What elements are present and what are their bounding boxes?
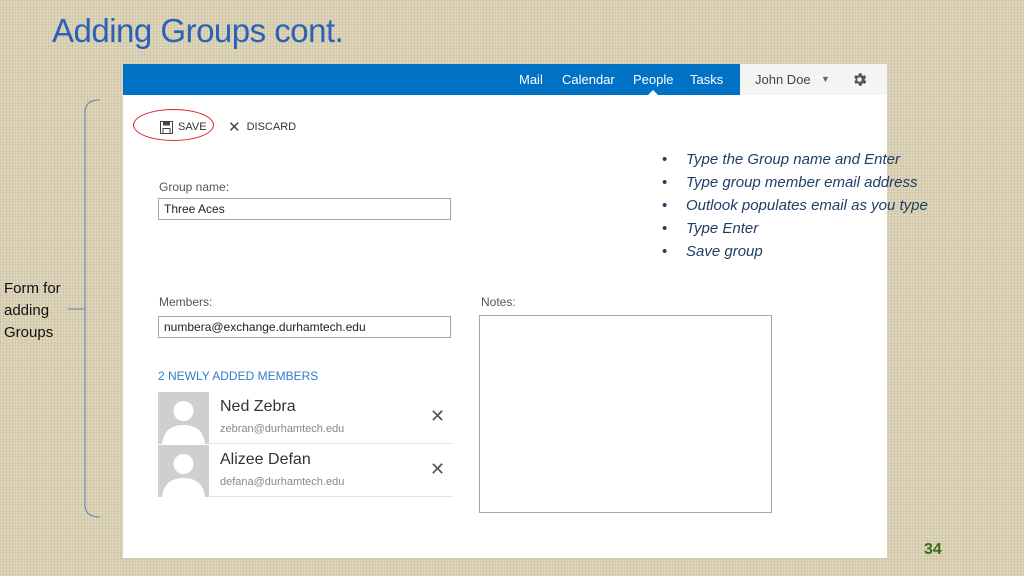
save-button[interactable]: SAVE [160, 118, 207, 136]
side-label: Form for adding Groups [4, 278, 84, 344]
members-label: Members: [159, 295, 213, 309]
side-label-line: Form for [4, 280, 61, 297]
list-item: Ned Zebra zebran@durhamtech.edu ✕ [158, 392, 453, 444]
list-item: Alizee Defan defana@durhamtech.edu ✕ [158, 445, 453, 497]
page-number: 34 [924, 541, 942, 558]
nav-tasks[interactable]: Tasks [690, 64, 723, 95]
outlook-window: Mail Calendar People Tasks John Doe ▼ SA… [123, 64, 887, 558]
notes-textarea[interactable] [479, 315, 772, 513]
divider [209, 496, 453, 497]
close-icon: ✕ [228, 119, 241, 136]
user-name: John Doe [755, 72, 811, 87]
form-bracket [68, 99, 101, 518]
nav-calendar[interactable]: Calendar [562, 64, 615, 95]
discard-button[interactable]: ✕ DISCARD [228, 118, 296, 136]
gear-icon[interactable] [851, 71, 868, 88]
avatar [158, 445, 209, 497]
avatar [158, 392, 209, 444]
member-name: Alizee Defan [220, 451, 311, 468]
side-label-line: adding [4, 302, 50, 319]
instruction-item: Outlook populates email as you type [662, 194, 946, 217]
member-name: Ned Zebra [220, 398, 296, 415]
instruction-item: Type group member email address [662, 171, 982, 194]
group-name-label: Group name: [159, 180, 230, 194]
remove-member-icon[interactable]: ✕ [430, 459, 445, 480]
members-input[interactable]: numbera@exchange.durhamtech.edu [158, 316, 451, 338]
nav-people[interactable]: People [633, 64, 673, 95]
save-icon [160, 120, 173, 134]
nav-mail[interactable]: Mail [519, 64, 543, 95]
added-members-heading: 2 NEWLY ADDED MEMBERS [158, 369, 319, 383]
group-name-input[interactable]: Three Aces [158, 198, 451, 220]
user-menu[interactable]: John Doe ▼ [740, 64, 887, 95]
remove-member-icon[interactable]: ✕ [430, 406, 445, 427]
side-label-line: Groups [4, 324, 54, 341]
top-nav-bar: Mail Calendar People Tasks John Doe ▼ [123, 64, 887, 95]
chevron-down-icon: ▼ [821, 74, 830, 84]
member-email: zebran@durhamtech.edu [220, 423, 345, 435]
instruction-item: Type the Group name and Enter [662, 148, 982, 171]
member-email: defana@durhamtech.edu [220, 476, 345, 488]
instructions-list: Type the Group name and Enter Type group… [662, 148, 982, 263]
discard-label: DISCARD [246, 121, 297, 133]
instruction-item: Type Enter [662, 217, 982, 240]
save-label: SAVE [178, 121, 207, 133]
notes-label: Notes: [481, 295, 516, 309]
instruction-item: Save group [662, 240, 982, 263]
divider [209, 443, 453, 444]
